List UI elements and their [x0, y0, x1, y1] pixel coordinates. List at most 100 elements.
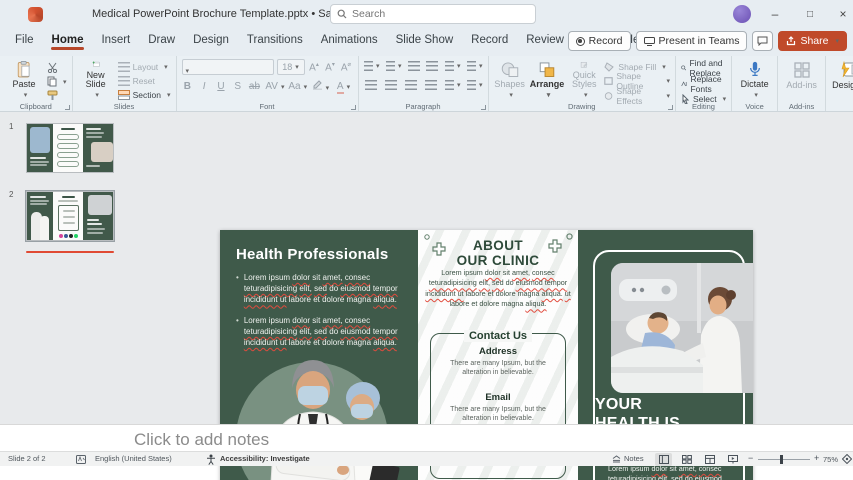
tab-home[interactable]: Home	[43, 28, 93, 51]
slideshow-view-button[interactable]	[724, 453, 741, 466]
share-icon	[787, 36, 796, 46]
replace-fonts-button[interactable]: Replace Fonts	[681, 74, 726, 94]
bullets-button[interactable]	[363, 59, 380, 73]
comments-button[interactable]	[752, 31, 774, 51]
share-button[interactable]: Share	[778, 31, 847, 51]
zoom-in-button[interactable]: +	[814, 453, 819, 463]
align-center-button[interactable]	[384, 78, 398, 92]
accessibility-status[interactable]: Accessibility: Investigate	[220, 454, 310, 463]
justify-button[interactable]	[424, 78, 438, 92]
tab-design[interactable]: Design	[184, 28, 238, 51]
font-size-combobox[interactable]: 18	[276, 59, 305, 75]
slide-sorter-view-button[interactable]	[678, 453, 695, 466]
tab-animations[interactable]: Animations	[312, 28, 387, 51]
slide-2-thumbnail[interactable]	[25, 190, 115, 242]
minimize-button[interactable]: –	[765, 4, 785, 24]
character-spacing-button[interactable]: AV	[265, 81, 283, 92]
quick-styles-button[interactable]: Quick Styles	[568, 59, 600, 100]
clipboard-dialog-launcher[interactable]	[64, 105, 70, 110]
change-case-button[interactable]: Aa	[288, 81, 306, 92]
justify-icon	[425, 80, 438, 90]
paragraph-dialog-launcher[interactable]	[480, 105, 486, 110]
notes-pane[interactable]: Click to add notes	[0, 424, 853, 451]
spellcheck-icon[interactable]	[76, 455, 86, 464]
clear-formatting-button[interactable]: A⌀	[340, 61, 353, 73]
tab-file[interactable]: File	[6, 28, 43, 51]
reading-view-button[interactable]	[701, 453, 718, 466]
powerpoint-app-icon[interactable]	[28, 7, 43, 22]
normal-view-button[interactable]	[655, 453, 672, 466]
grow-font-button[interactable]: A▴	[308, 61, 321, 73]
language-indicator[interactable]: English (United States)	[95, 454, 172, 463]
powerpoint-window: Medical PowerPoint Brochure Template.ppt…	[0, 0, 853, 480]
font-dialog-launcher[interactable]	[350, 105, 356, 110]
section-button[interactable]: Section	[117, 89, 171, 100]
restore-button[interactable]: □	[800, 4, 820, 24]
record-quick-button[interactable]: Record	[567, 31, 631, 51]
addins-button[interactable]: Add-ins	[783, 59, 820, 100]
cut-button[interactable]	[47, 62, 67, 73]
paste-button[interactable]: Paste	[5, 59, 43, 100]
search-input[interactable]	[352, 8, 512, 20]
text-shadow-button[interactable]: S	[232, 81, 244, 92]
shrink-font-button[interactable]: A▾	[324, 61, 337, 73]
align-right-button[interactable]	[404, 78, 418, 92]
designer-button[interactable]: Designer	[831, 59, 853, 100]
close-button[interactable]: ×	[833, 4, 853, 24]
bold-button[interactable]: B	[182, 81, 194, 92]
present-in-teams-button[interactable]: Present in Teams	[635, 31, 748, 51]
dictate-button[interactable]: Dictate	[737, 59, 772, 100]
notes-placeholder[interactable]: Click to add notes	[134, 430, 853, 450]
slide-1-thumbnail[interactable]	[26, 123, 114, 173]
strikethrough-button[interactable]: ab	[249, 81, 261, 92]
layout-button[interactable]: Layout	[117, 62, 171, 73]
underline-button[interactable]: U	[215, 81, 227, 92]
tab-transitions[interactable]: Transitions	[238, 28, 312, 51]
align-left-button[interactable]	[364, 78, 378, 92]
find-replace-button[interactable]: Find and Replace	[681, 58, 726, 78]
zoom-out-button[interactable]: −	[748, 453, 753, 463]
numbering-button[interactable]	[385, 59, 402, 73]
arrange-button[interactable]: Arrange	[530, 59, 564, 100]
columns-button[interactable]	[444, 78, 461, 92]
tab-draw[interactable]: Draw	[139, 28, 184, 51]
account-avatar[interactable]	[733, 5, 751, 23]
bullet-paragraph: • Lorem ipsum dolor sit amet, consec tetu…	[236, 315, 398, 347]
format-painter-button[interactable]	[47, 90, 67, 101]
slide-indicator[interactable]: Slide 2 of 2	[8, 454, 46, 463]
zoom-slider-thumb[interactable]	[780, 455, 783, 464]
zoom-level[interactable]: 75%	[823, 455, 838, 464]
increase-indent-button[interactable]	[426, 59, 439, 73]
fit-to-window-icon[interactable]	[842, 454, 852, 464]
copy-button[interactable]	[47, 76, 67, 87]
search-box[interactable]	[330, 4, 536, 24]
ribbon: Paste Clipboard New Slide Layout Reset S…	[0, 56, 853, 112]
addins-icon	[793, 62, 810, 78]
line-spacing-button[interactable]	[444, 59, 461, 73]
notes-toggle-button[interactable]: Notes	[612, 454, 644, 463]
left-panel-heading: Health Professionals	[236, 246, 389, 263]
zoom-slider-track[interactable]	[758, 458, 810, 461]
document-title[interactable]: Medical PowerPoint Brochure Template.ppt…	[92, 8, 356, 20]
shape-effects-button[interactable]: Shape Effects	[604, 86, 670, 106]
shapes-button[interactable]: Shapes	[494, 59, 526, 100]
font-color-button[interactable]: A	[334, 80, 352, 94]
tab-slide-show[interactable]: Slide Show	[387, 28, 463, 51]
italic-button[interactable]: I	[198, 81, 210, 92]
tab-record[interactable]: Record	[462, 28, 517, 51]
text-direction-button[interactable]	[466, 59, 483, 73]
decrease-indent-button[interactable]	[407, 59, 421, 73]
section-icon	[117, 89, 130, 100]
drawing-dialog-launcher[interactable]	[667, 105, 673, 110]
highlighter-icon	[312, 80, 322, 90]
new-slide-button[interactable]: New Slide	[78, 59, 114, 100]
record-icon	[575, 36, 585, 46]
tab-insert[interactable]: Insert	[92, 28, 139, 51]
reset-button[interactable]: Reset	[117, 76, 171, 87]
highlight-color-button[interactable]	[311, 79, 329, 93]
align-center-icon	[384, 80, 397, 90]
tab-review[interactable]: Review	[517, 28, 573, 51]
thumbnail-progress-line	[26, 251, 114, 253]
smartart-button[interactable]	[466, 78, 483, 92]
font-name-combobox[interactable]	[181, 59, 274, 75]
